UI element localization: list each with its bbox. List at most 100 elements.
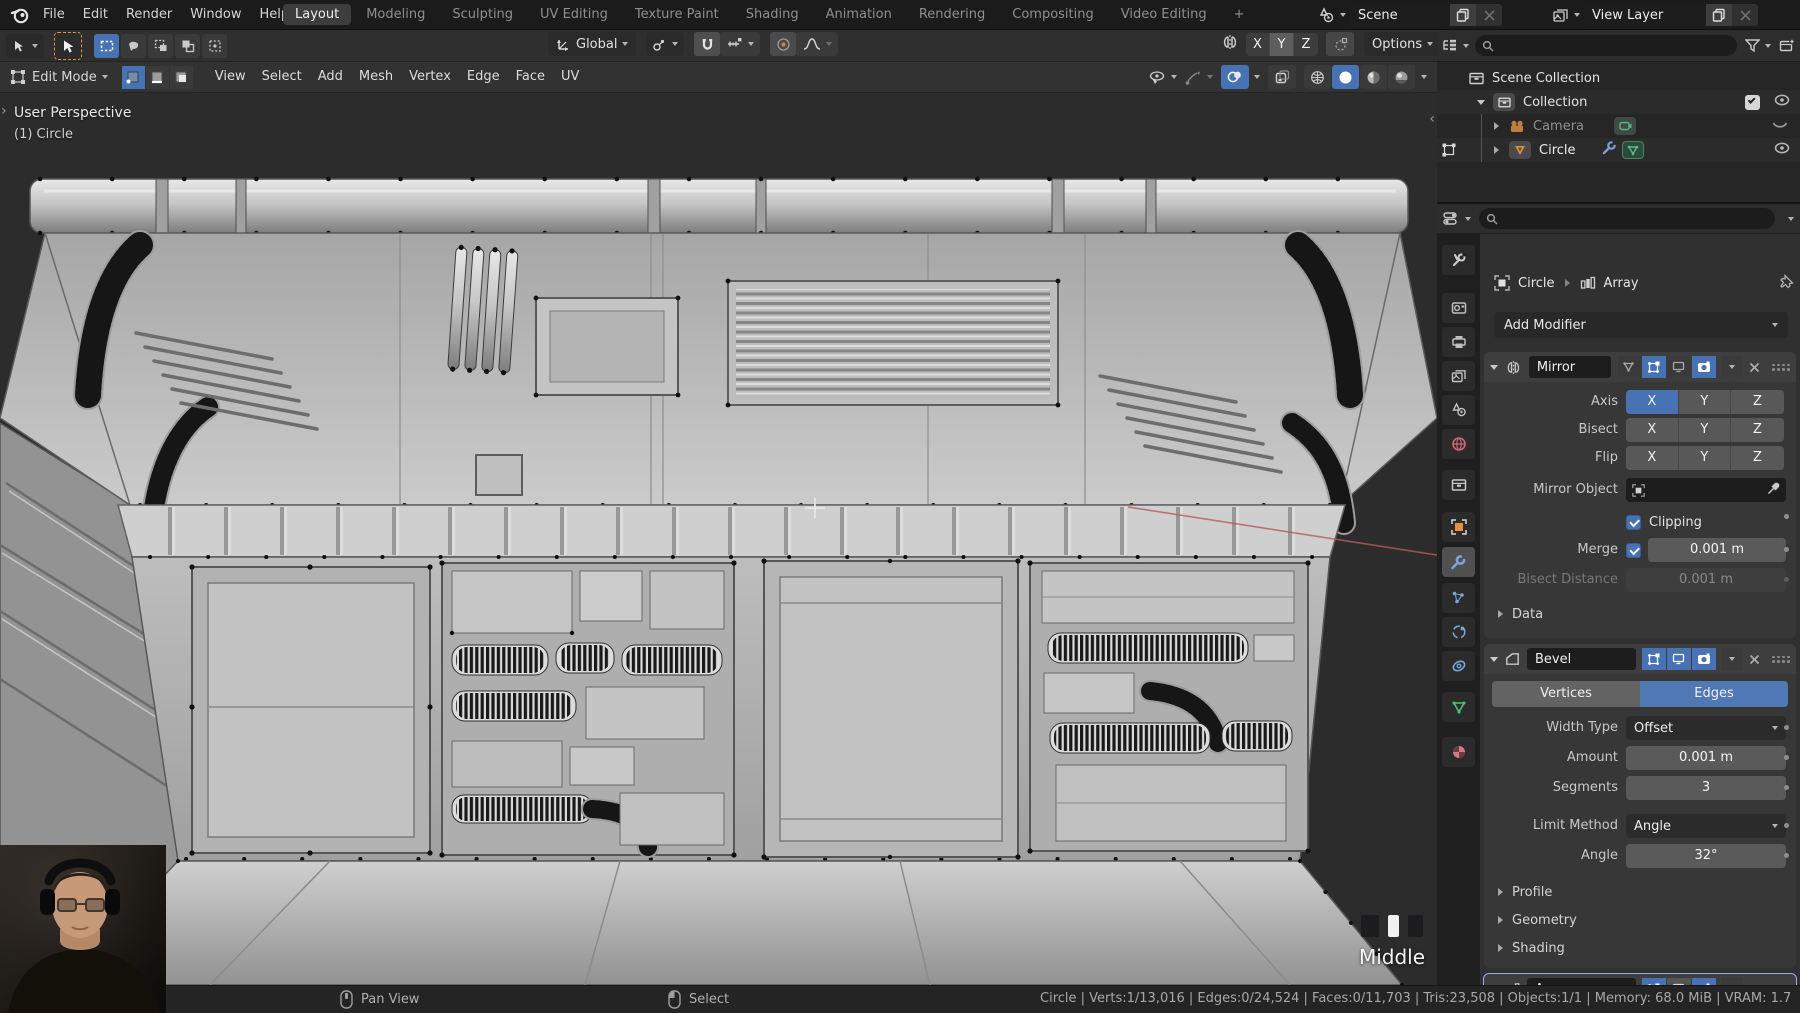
bevel-amount-slider[interactable]: 0.001 m [1626,746,1786,770]
mirror-axis-y[interactable]: Y [1679,390,1732,414]
snap-base-icon[interactable] [1326,32,1354,56]
width-type-dropdown[interactable]: Offset [1626,716,1786,740]
mirror-x-button[interactable]: X [1246,33,1270,56]
options-dropdown[interactable]: Options [1364,32,1441,56]
mirror-z-button[interactable]: Z [1294,33,1318,56]
array-realtime-toggle[interactable] [1667,978,1691,985]
object-visibility-dropdown[interactable] [1148,70,1177,85]
snap-target-dropdown[interactable] [720,32,760,56]
mirror-data-section[interactable]: Data [1498,602,1543,626]
bevel-drag-handle[interactable] [1772,656,1790,663]
workspace-tab-texture-paint[interactable]: Texture Paint [623,4,731,25]
tab-object-data[interactable] [1442,692,1475,722]
mirror-collapse-icon[interactable] [1490,365,1498,370]
clipping-checkbox[interactable] [1626,515,1641,530]
bevel-affect-edges[interactable]: Edges [1640,681,1788,707]
properties-options-dropdown[interactable] [1788,217,1794,221]
tab-physics[interactable] [1442,617,1475,647]
mirror-extras-dropdown[interactable] [1721,356,1744,378]
outliner-filter-dropdown[interactable] [1745,39,1771,52]
outliner-row-scene-collection[interactable]: Scene Collection [1437,66,1800,90]
tab-render[interactable] [1442,293,1475,323]
mirror-axis-x[interactable]: X [1626,390,1679,414]
view-layer-name-field[interactable]: View Layer [1584,4,1706,26]
scene-name-field[interactable]: Scene [1350,4,1450,26]
breadcrumb-modifier[interactable]: Array [1604,276,1639,291]
menu-edit[interactable]: Edit [74,3,117,27]
bevel-geometry-section[interactable]: Geometry [1498,908,1577,932]
active-tool-dropdown[interactable] [6,34,44,58]
camera-visibility-closed-eye-icon[interactable] [1772,119,1788,134]
shading-solid-icon[interactable] [1332,65,1359,89]
tab-constraints[interactable] [1442,651,1475,681]
tab-world[interactable] [1442,429,1475,459]
properties-search-input[interactable] [1479,208,1775,229]
scene-copy-icon[interactable] [1450,4,1476,26]
viewport-menu-edge[interactable]: Edge [459,65,508,89]
mirror-object-field[interactable] [1626,478,1786,502]
workspace-tab-animation[interactable]: Animation [814,4,904,25]
bevel-name-field[interactable]: Bevel [1527,648,1636,670]
bevel-editmode-toggle[interactable] [1642,648,1666,670]
gizmos-dropdown[interactable] [1185,70,1213,85]
mirror-flip-z[interactable]: Z [1731,446,1784,470]
limit-method-dropdown[interactable]: Angle [1626,814,1786,838]
bisect-distance-slider[interactable]: 0.001 m [1626,568,1786,592]
workspace-tab-video-editing[interactable]: Video Editing [1109,4,1219,25]
workspace-tab-modeling[interactable]: Modeling [354,4,437,25]
pin-icon[interactable] [1780,274,1794,293]
circle-expand-icon[interactable] [1494,146,1499,154]
workspace-tab-rendering[interactable]: Rendering [907,4,997,25]
bevel-delete-icon[interactable] [1743,648,1766,670]
select-extend-tool-button[interactable] [148,34,173,58]
scene-unlink-icon[interactable] [1476,4,1502,26]
camera-expand-icon[interactable] [1494,122,1499,130]
blender-logo-icon[interactable] [10,5,30,29]
viewport-menu-view[interactable]: View [207,65,254,89]
tweak-tool-button[interactable] [54,32,82,60]
tab-tool[interactable] [1442,245,1475,275]
bevel-realtime-toggle[interactable] [1667,648,1691,670]
workspace-tab-sculpting[interactable]: Sculpting [440,4,525,25]
vertex-select-mode-button[interactable] [122,66,145,89]
outliner-row-collection[interactable]: Collection [1437,90,1800,114]
bevel-collapse-icon[interactable] [1490,657,1498,662]
mirror-bisect-x[interactable]: X [1626,418,1679,442]
merge-checkbox[interactable] [1626,543,1641,558]
mirror-y-button[interactable]: Y [1270,33,1294,56]
merge-threshold-slider[interactable]: 0.001 m [1648,538,1786,562]
proportional-falloff-dropdown[interactable] [796,32,838,56]
proportional-editing-icon[interactable] [770,32,796,56]
viewport-menu-mesh[interactable]: Mesh [351,65,401,89]
face-select-mode-button[interactable] [170,66,193,89]
array-render-toggle[interactable] [1692,978,1716,985]
new-collection-icon[interactable] [1779,38,1795,53]
viewport-menu-uv[interactable]: UV [553,65,587,89]
tab-material[interactable] [1442,737,1475,767]
viewport-menu-add[interactable]: Add [310,65,351,89]
array-editmode-toggle[interactable] [1642,978,1666,985]
bevel-angle-slider[interactable]: 32° [1626,844,1786,868]
tab-view-layer[interactable] [1442,361,1475,391]
snap-toggle-icon[interactable] [694,32,720,56]
bevel-segments-slider[interactable]: 3 [1626,776,1786,800]
bevel-shading-section[interactable]: Shading [1498,936,1565,960]
transform-orientation-dropdown[interactable]: Global [548,32,636,56]
tab-modifiers[interactable] [1442,547,1475,577]
mirror-render-toggle[interactable] [1692,356,1716,378]
mirror-editmode-toggle[interactable] [1642,356,1666,378]
menu-render[interactable]: Render [117,3,181,27]
mirror-name-field[interactable]: Mirror [1529,356,1611,378]
tab-particles[interactable] [1442,583,1475,613]
mirror-flip-x[interactable]: X [1626,446,1679,470]
xray-toggle-icon[interactable] [1221,65,1249,89]
scene-icon[interactable] [1318,7,1346,24]
array-extras-dropdown[interactable] [1721,978,1744,985]
shading-rendered-icon[interactable] [1388,65,1415,89]
menu-file[interactable]: File [34,3,74,27]
bevel-affect-vertices[interactable]: Vertices [1492,681,1640,707]
mirror-flip-y[interactable]: Y [1679,446,1732,470]
bevel-render-toggle[interactable] [1692,648,1716,670]
bevel-profile-section[interactable]: Profile [1498,880,1552,904]
workspace-tab-uv-editing[interactable]: UV Editing [528,4,620,25]
